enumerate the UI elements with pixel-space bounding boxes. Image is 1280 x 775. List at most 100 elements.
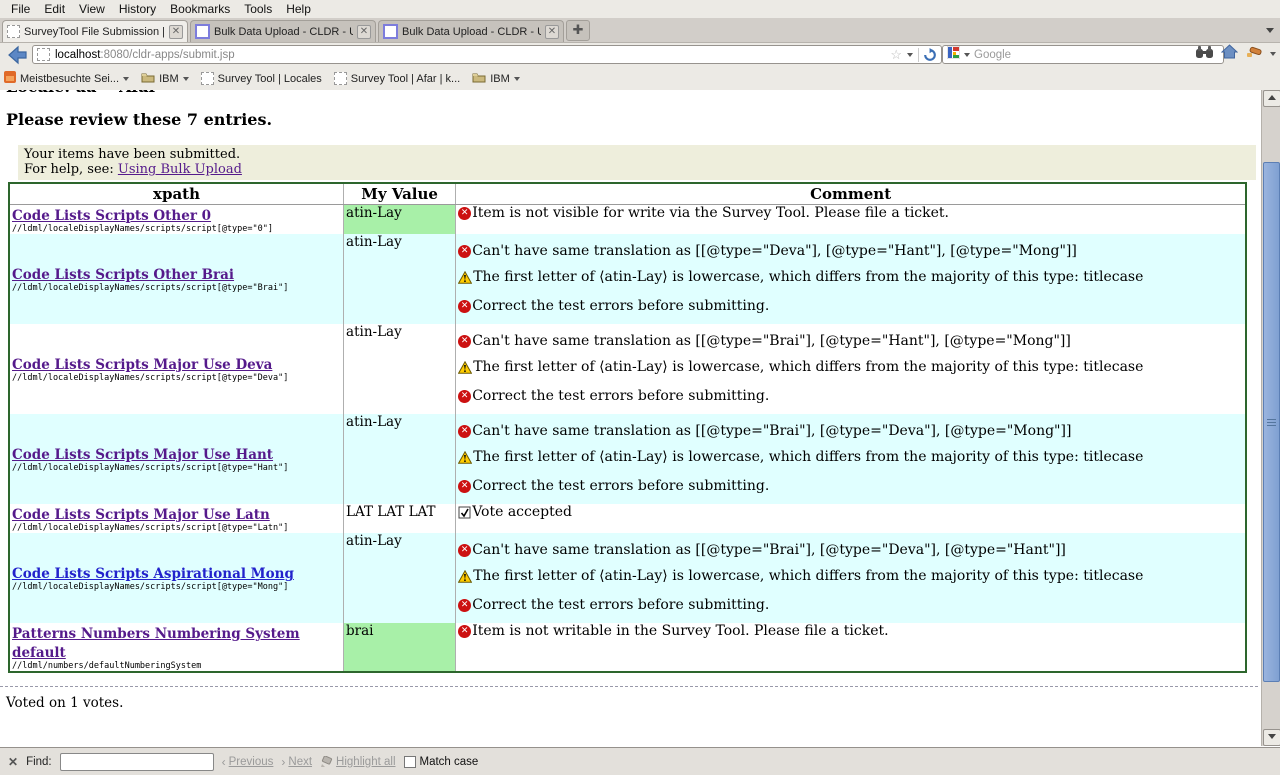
- comment-text: Can't have same translation as [[@type="…: [472, 423, 1071, 440]
- menu-bookmarks[interactable]: Bookmarks: [163, 1, 237, 17]
- reload-icon[interactable]: [918, 48, 937, 62]
- svg-text:!: !: [463, 454, 467, 464]
- comment-text: Correct the test errors before submittin…: [472, 478, 769, 495]
- bookmark-star-icon[interactable]: ☆: [890, 48, 902, 61]
- bookmark-chevron-icon: [514, 77, 520, 81]
- bookmark-item-4[interactable]: Survey Tool | Afar | k...: [334, 72, 460, 85]
- warning-icon: !: [458, 361, 472, 379]
- find-next-button[interactable]: ›Next: [281, 755, 312, 769]
- tab-title: Bulk Data Upload - CLDR - Un...: [402, 26, 541, 38]
- scrollbar-thumb[interactable]: [1263, 162, 1280, 682]
- comment-text: Can't have same translation as [[@type="…: [472, 542, 1066, 559]
- find-previous-button[interactable]: ‹Previous: [222, 755, 274, 769]
- comment-text: The first letter of ⟨atin-Lay⟩ is lowerc…: [473, 359, 1143, 376]
- table-row-2: Code Lists Scripts Other Brai//ldml/loca…: [9, 234, 1246, 324]
- table-row-4: Code Lists Scripts Major Use Hant//ldml/…: [9, 414, 1246, 504]
- search-bar[interactable]: Google: [942, 45, 1224, 64]
- value-cell: brai: [344, 623, 456, 672]
- error-icon: ✕: [458, 300, 471, 313]
- xpath-cell: Code Lists Scripts Major Use Hant//ldml/…: [9, 414, 344, 504]
- tab-close-icon[interactable]: ✕: [357, 25, 371, 39]
- menu-history[interactable]: History: [112, 1, 163, 17]
- xpath-link[interactable]: Patterns Numbers Numbering System defaul…: [12, 626, 300, 661]
- highlight-all-button[interactable]: Highlight all: [320, 756, 395, 768]
- comment-line: ✕Correct the test errors before submitti…: [458, 597, 1243, 614]
- xpath-cell: Code Lists Scripts Major Use Latn//ldml/…: [9, 504, 344, 533]
- brush-icon[interactable]: [1246, 45, 1262, 64]
- url-dropdown-icon[interactable]: [907, 53, 913, 57]
- scroll-down-icon[interactable]: [1263, 729, 1280, 746]
- placeholder-favicon: [201, 72, 214, 85]
- match-case-checkbox[interactable]: Match case: [404, 756, 479, 768]
- table-row-1: Code Lists Scripts Other 0//ldml/localeD…: [9, 204, 1246, 234]
- search-engine-dropdown-icon[interactable]: [964, 53, 970, 57]
- document-favicon: [195, 24, 210, 39]
- tab-close-icon[interactable]: ✕: [545, 25, 559, 39]
- tab-3[interactable]: Bulk Data Upload - CLDR - Un... ✕: [378, 20, 564, 42]
- bookmark-item-3[interactable]: Survey Tool | Locales: [201, 72, 322, 85]
- highlighter-icon: [320, 756, 333, 768]
- find-input[interactable]: [60, 753, 214, 771]
- tab-title: SurveyTool File Submission | ...: [24, 26, 165, 38]
- menu-help[interactable]: Help: [279, 1, 318, 17]
- xpath-path: //ldml/numbers/defaultNumberingSystem: [12, 661, 341, 671]
- xpath-link[interactable]: Code Lists Scripts Other Brai: [12, 267, 234, 283]
- bookmark-label: IBM: [159, 73, 179, 85]
- tab-title: Bulk Data Upload - CLDR - Un...: [214, 26, 353, 38]
- new-tab-button[interactable]: ✚: [566, 20, 590, 41]
- separator-rule: [0, 686, 1258, 687]
- value-cell: atin-Lay: [344, 533, 456, 623]
- xpath-cell: Code Lists Scripts Major Use Deva//ldml/…: [9, 324, 344, 414]
- using-bulk-upload-link[interactable]: Using Bulk Upload: [118, 162, 242, 177]
- comment-text: Vote accepted: [472, 504, 572, 521]
- home-icon[interactable]: [1221, 44, 1238, 64]
- bookmark-item-5[interactable]: IBM: [472, 72, 520, 86]
- close-find-bar-icon[interactable]: ✕: [8, 755, 18, 769]
- xpath-link[interactable]: Code Lists Scripts Major Use Hant: [12, 447, 273, 463]
- menu-edit[interactable]: Edit: [37, 1, 72, 17]
- checkbox-icon: [404, 756, 416, 768]
- menu-view[interactable]: View: [72, 1, 112, 17]
- comment-line: Vote accepted: [458, 504, 1243, 524]
- comment-cell: ✕Item is not writable in the Survey Tool…: [456, 623, 1246, 672]
- error-icon: ✕: [458, 390, 471, 403]
- xpath-link[interactable]: Code Lists Scripts Major Use Deva: [12, 357, 272, 373]
- xpath-link[interactable]: Code Lists Scripts Other 0: [12, 208, 211, 224]
- comment-text: The first letter of ⟨atin-Lay⟩ is lowerc…: [473, 269, 1143, 286]
- page-content: Locale: aa - 'Afar' Please review these …: [0, 90, 1262, 746]
- bookmark-item-2[interactable]: IBM: [141, 72, 189, 86]
- vertical-scrollbar[interactable]: [1261, 90, 1280, 746]
- back-icon[interactable]: [6, 44, 28, 71]
- comment-line: ! The first letter of ⟨atin-Lay⟩ is lower…: [458, 449, 1243, 469]
- xpath-link[interactable]: Code Lists Scripts Aspirational Mong: [12, 566, 294, 582]
- find-bar: ✕ Find: ‹Previous ›Next Highlight all Ma…: [0, 747, 1280, 775]
- error-icon: ✕: [458, 599, 471, 612]
- tab-bar: SurveyTool File Submission | ...✕Bulk Da…: [0, 18, 1280, 43]
- toolbar-overflow-chevron-icon[interactable]: [1270, 52, 1276, 56]
- google-icon: [947, 46, 960, 64]
- submission-notice: Your items have been submitted. For help…: [18, 145, 1256, 180]
- xpath-path: //ldml/localeDisplayNames/scripts/script…: [12, 373, 341, 383]
- comment-line: ✕Can't have same translation as [[@type=…: [458, 333, 1243, 350]
- value-cell: atin-Lay: [344, 324, 456, 414]
- menu-file[interactable]: File: [4, 1, 37, 17]
- placeholder-favicon: [334, 72, 347, 85]
- tab-close-icon[interactable]: ✕: [169, 25, 183, 39]
- tab-2[interactable]: Bulk Data Upload - CLDR - Un... ✕: [190, 20, 376, 42]
- tab-1[interactable]: SurveyTool File Submission | ... ✕: [2, 20, 188, 42]
- bookmark-item-1[interactable]: Meistbesuchte Sei...: [4, 71, 129, 86]
- xpath-path: //ldml/localeDisplayNames/scripts/script…: [12, 224, 341, 234]
- folder-icon: [141, 72, 155, 86]
- address-bar[interactable]: localhost:8080/cldr-apps/submit.jsp ☆: [32, 45, 942, 64]
- bookmark-label: Survey Tool | Locales: [218, 73, 322, 85]
- find-binoculars-icon[interactable]: [1196, 45, 1213, 64]
- menu-tools[interactable]: Tools: [237, 1, 279, 17]
- table-header-row: xpath My Value Comment: [9, 183, 1246, 205]
- scroll-up-icon[interactable]: [1263, 90, 1280, 107]
- svg-text:!: !: [463, 573, 467, 583]
- bookmark-chevron-icon: [123, 77, 129, 81]
- bookmarks-bar: Meistbesuchte Sei... IBM Survey Tool | Loc…: [0, 67, 1280, 91]
- comment-text: The first letter of ⟨atin-Lay⟩ is lowerc…: [473, 449, 1143, 466]
- tab-list-chevron-icon[interactable]: [1266, 20, 1274, 38]
- xpath-link[interactable]: Code Lists Scripts Major Use Latn: [12, 507, 270, 523]
